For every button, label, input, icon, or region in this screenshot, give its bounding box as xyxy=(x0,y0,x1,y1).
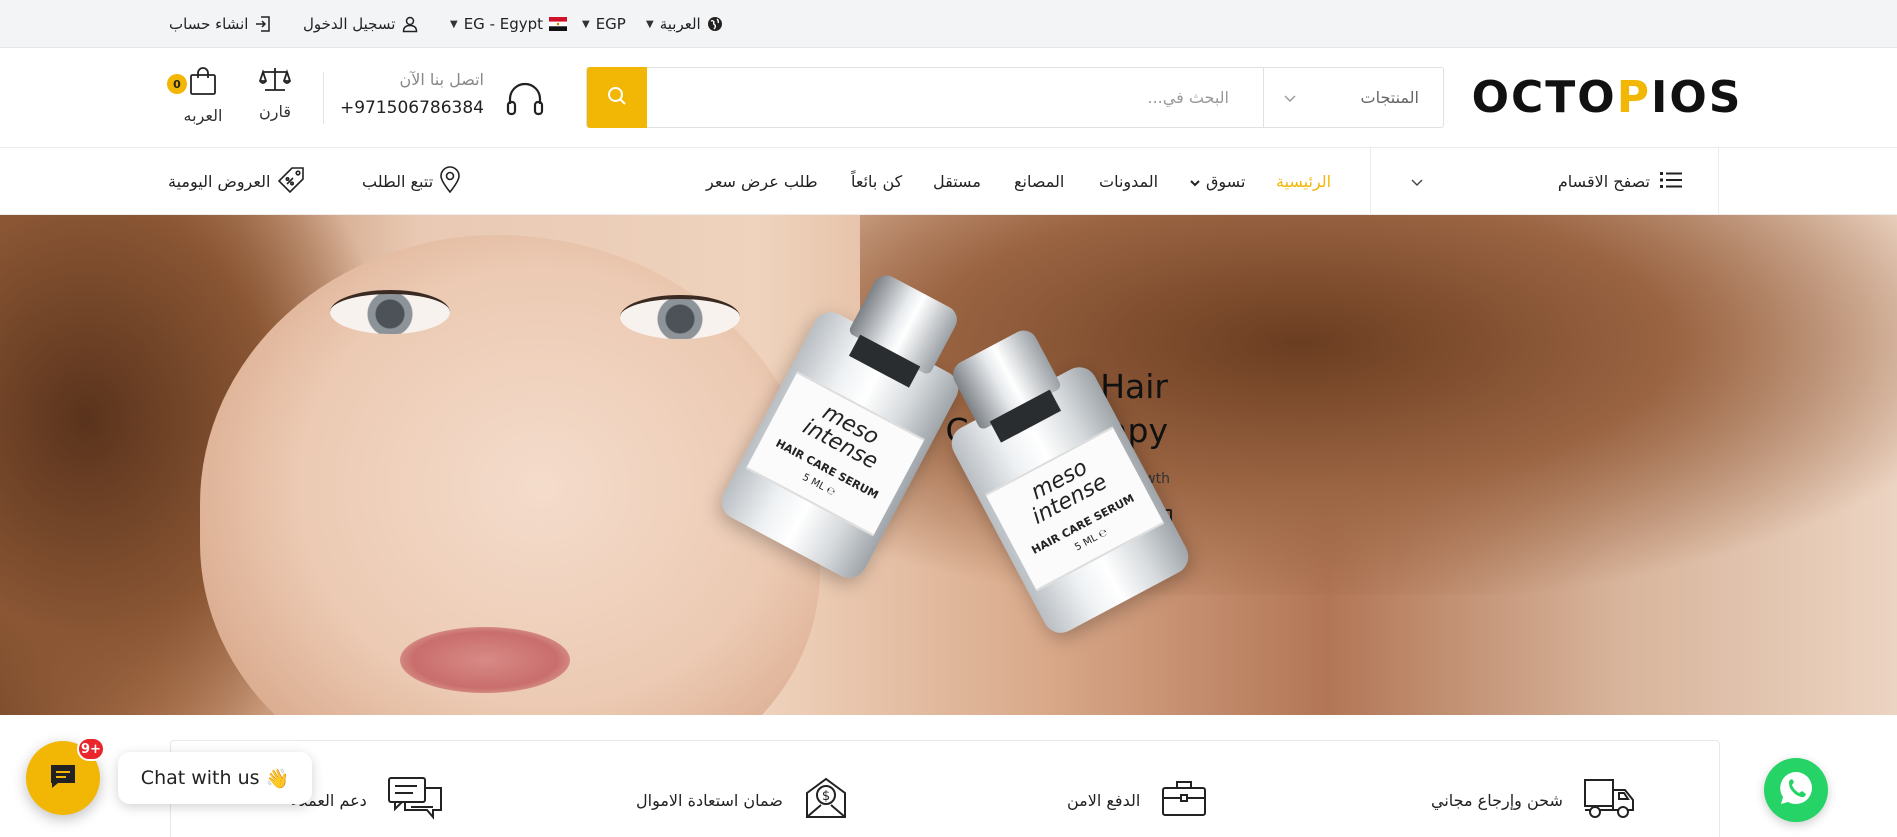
contact-label: اتصل بنا الآن xyxy=(399,70,484,89)
login-link[interactable]: تسجيل الدخول xyxy=(303,0,419,48)
chat-icon xyxy=(48,762,78,794)
briefcase-icon xyxy=(1160,778,1208,822)
language-label: العربية xyxy=(659,15,701,33)
hero-image-eye xyxy=(330,290,450,334)
logo-text-start: OCTO xyxy=(1471,71,1617,123)
country-selector[interactable]: ▼ EG - Egypt xyxy=(450,0,568,48)
login-label: تسجيل الدخول xyxy=(303,15,396,33)
feature-customer-support: دعم العملاء xyxy=(291,775,443,825)
nav-link-label: الرئيسية xyxy=(1276,172,1332,191)
nav-link-become-seller[interactable]: كن بائعاً xyxy=(851,148,902,215)
contact-phone[interactable]: +971506786384 xyxy=(340,98,484,118)
search-category-select[interactable]: المنتجات xyxy=(1263,68,1443,127)
chevron-down-icon: ▼ xyxy=(450,18,458,30)
truck-icon xyxy=(1583,776,1635,824)
egypt-flag-icon xyxy=(549,17,568,31)
nav-link-home[interactable]: الرئيسية xyxy=(1276,148,1331,215)
contact-block: اتصل بنا الآن +971506786384 xyxy=(340,68,552,128)
main-navigation: تصفح الاقسام الرئيسية تسوق المدونات المص… xyxy=(0,148,1897,215)
register-link[interactable]: انشاء حساب xyxy=(169,0,272,48)
daily-deals-label: العروض اليومية xyxy=(168,172,271,191)
site-logo[interactable]: OCTO P IOS xyxy=(1472,70,1741,124)
chevron-down-icon xyxy=(1284,88,1296,107)
compare-button[interactable]: قارن xyxy=(245,66,305,136)
nav-link-label: المدونات xyxy=(1099,172,1159,191)
location-pin-icon xyxy=(439,165,461,198)
price-tag-icon xyxy=(276,165,306,199)
track-order-link[interactable]: تتبع الطلب xyxy=(362,148,461,215)
nav-link-label: طلب عرض سعر xyxy=(706,172,818,191)
user-icon xyxy=(401,15,419,33)
feature-money-back: ضمان استعادة الاموال $ xyxy=(636,775,849,825)
search-icon xyxy=(606,85,628,111)
whatsapp-button[interactable] xyxy=(1764,758,1828,822)
header-divider xyxy=(323,72,324,124)
scale-icon xyxy=(258,66,292,96)
currency-selector[interactable]: ▼ EGP xyxy=(582,0,626,48)
sign-in-icon xyxy=(254,15,272,33)
headphones-icon xyxy=(504,78,546,124)
globe-icon xyxy=(707,16,723,32)
nav-link-shop[interactable]: تسوق xyxy=(1190,148,1245,215)
compare-label: قارن xyxy=(259,102,291,121)
chevron-down-icon: ▼ xyxy=(646,18,654,30)
cart-label: العربه xyxy=(183,106,223,125)
browse-categories-button[interactable]: تصفح الاقسام xyxy=(1370,148,1719,215)
daily-deals-link[interactable]: العروض اليومية xyxy=(168,148,306,215)
svg-text:$: $ xyxy=(822,789,830,804)
nav-link-freelance[interactable]: مستقل xyxy=(933,148,981,215)
cart-count-badge: 0 xyxy=(167,74,187,94)
main-header: OCTOPIOS المنتجات اتصل بنا الآن +9715067… xyxy=(0,48,1897,148)
search-bar: المنتجات xyxy=(586,67,1444,128)
logo-text-accent: P xyxy=(1616,71,1651,123)
nav-link-request-quote[interactable]: طلب عرض سعر xyxy=(706,148,818,215)
nav-link-blogs[interactable]: المدونات xyxy=(1099,148,1158,215)
logo-text-end: IOS xyxy=(1650,71,1743,123)
hero-image-eye xyxy=(620,295,740,339)
features-strip: شحن وإرجاع مجاني الدفع الامن ضمان استعاد… xyxy=(170,740,1720,837)
chat-with-us-bubble[interactable]: Chat with us 👋 xyxy=(118,752,312,804)
nav-link-factories[interactable]: المصانع xyxy=(1014,148,1064,215)
chevron-down-icon: ▼ xyxy=(582,18,590,30)
shopping-bag-icon xyxy=(188,66,218,100)
chat-bubbles-icon xyxy=(387,776,443,824)
whatsapp-icon xyxy=(1776,768,1816,812)
chevron-down-icon xyxy=(1190,172,1200,191)
feature-label: الدفع الامن xyxy=(1067,790,1141,810)
feature-label: شحن وإرجاع مجاني xyxy=(1431,790,1563,810)
track-order-label: تتبع الطلب xyxy=(362,172,434,191)
hero-banner[interactable]: Meso Intense Hair Care Therapy growth me… xyxy=(0,215,1897,715)
search-button[interactable] xyxy=(587,67,647,128)
chat-notification-badge: 9+ xyxy=(77,737,105,761)
nav-link-label: مستقل xyxy=(933,172,981,191)
money-envelope-icon: $ xyxy=(803,775,849,825)
nav-link-label: كن بائعاً xyxy=(851,172,903,191)
hero-image-lips xyxy=(400,627,570,693)
search-category-label: المنتجات xyxy=(1360,88,1420,107)
nav-link-label: المصانع xyxy=(1014,172,1065,191)
top-utility-bar: ▼ العربية ▼ EGP ▼ EG - Egypt تسجيل الدخو… xyxy=(0,0,1897,48)
feature-label: ضمان استعادة الاموال xyxy=(636,790,783,810)
list-icon xyxy=(1660,171,1682,192)
browse-categories-label: تصفح الاقسام xyxy=(1557,172,1650,191)
register-label: انشاء حساب xyxy=(169,15,249,33)
feature-secure-payment: الدفع الامن xyxy=(1067,775,1208,825)
search-input[interactable] xyxy=(647,68,1245,127)
feature-free-shipping: شحن وإرجاع مجاني xyxy=(1431,775,1635,825)
chevron-down-icon xyxy=(1411,172,1423,191)
country-label: EG - Egypt xyxy=(463,15,544,33)
language-selector[interactable]: ▼ العربية xyxy=(646,0,723,48)
currency-label: EGP xyxy=(595,15,626,33)
nav-link-label: تسوق xyxy=(1206,172,1246,191)
chat-label: Chat with us xyxy=(140,767,260,789)
waving-hand-icon: 👋 xyxy=(265,767,290,790)
